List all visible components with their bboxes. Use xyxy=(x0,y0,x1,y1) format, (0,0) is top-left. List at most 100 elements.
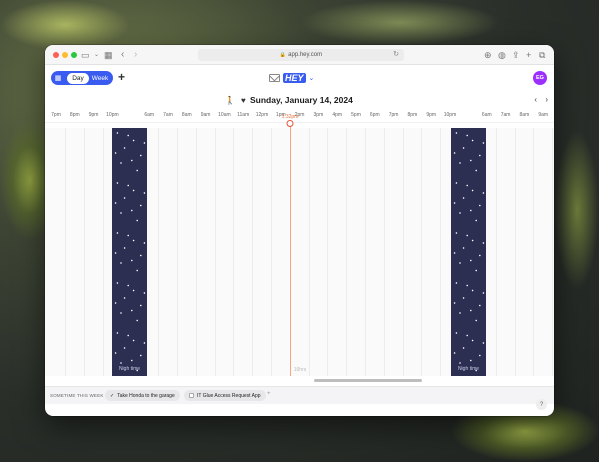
alarm-icon[interactable] xyxy=(286,120,294,127)
current-time-line xyxy=(290,122,291,376)
hour-label: 8pm xyxy=(407,112,418,118)
back-icon[interactable]: ‹ xyxy=(121,49,124,61)
browser-window: ▭ ⌄ ▦ ‹ › 🔒 app.hey.com ↻ ⊕ ◍ ⇪ + ⧉ ▦ Da… xyxy=(45,45,554,416)
wallpaper-moss xyxy=(0,0,130,50)
app-toolbar: ▦ Day Week + HEY ⌄ EG xyxy=(45,65,554,93)
question-icon: ? xyxy=(539,401,544,408)
address-bar[interactable]: 🔒 app.hey.com ↻ xyxy=(198,49,404,61)
hour-label: 10am xyxy=(218,112,231,118)
hour-label: 8am xyxy=(181,112,192,118)
close-window-button[interactable] xyxy=(53,52,59,58)
hour-gridline xyxy=(365,128,366,376)
horizontal-scrollbar[interactable] xyxy=(314,379,422,382)
hour-labels: 7pm 8pm 9pm 10pm 6am 7am 8am 9am 10am 11am 12pm 1pm… xyxy=(45,109,554,123)
hour-gridline xyxy=(440,128,442,376)
heart-icon[interactable]: ♥ xyxy=(241,96,246,105)
week-view-tab[interactable]: Week xyxy=(89,75,111,82)
share-icon[interactable]: ⇪ xyxy=(512,49,520,61)
sometime-title: SOMETIME THIS WEEK xyxy=(50,393,104,398)
sometime-bar: SOMETIME THIS WEEK ✓ Take Honda to the g… xyxy=(45,386,554,404)
person-icon[interactable]: 🚶 xyxy=(225,96,235,105)
hour-label: 10pm xyxy=(443,112,457,118)
hour-gridline xyxy=(195,128,197,376)
hour-label: 8pm xyxy=(69,112,80,118)
hour-gridline xyxy=(308,128,310,376)
reload-icon[interactable]: ↻ xyxy=(393,50,399,58)
minimize-window-button[interactable] xyxy=(62,52,68,58)
hour-gridline xyxy=(214,128,216,376)
hour-label: 6am xyxy=(144,112,155,118)
sometime-item[interactable]: IT Glue Access Request App xyxy=(184,390,266,401)
hour-gridline xyxy=(65,128,66,376)
hey-logo: HEY xyxy=(283,73,306,83)
sidebar-toggle-icon[interactable]: ▭ xyxy=(81,49,90,61)
hour-label: 9am xyxy=(538,112,549,118)
hour-gridline xyxy=(402,128,404,376)
sometime-item[interactable]: ✓ Take Honda to the garage xyxy=(105,390,180,401)
help-button[interactable]: ? xyxy=(536,399,547,410)
hour-label: 3pm xyxy=(313,112,324,118)
hour-label: 9am xyxy=(200,112,211,118)
apps-menu-button[interactable]: ▦ xyxy=(51,71,65,85)
sometime-item-label: IT Glue Access Request App xyxy=(197,392,261,399)
new-tab-icon[interactable]: + xyxy=(526,49,531,61)
duration-label: 16hrs xyxy=(293,367,307,373)
view-switcher: Day Week xyxy=(65,71,113,85)
add-event-button[interactable]: + xyxy=(118,70,125,84)
hour-label: 12pm xyxy=(255,112,269,118)
chevron-down-icon[interactable]: ⌄ xyxy=(94,49,99,61)
date-icons: 🚶 ♥ xyxy=(225,96,246,105)
hour-label: 9pm xyxy=(88,112,99,118)
tab-overview-icon[interactable]: ▦ xyxy=(104,49,113,61)
tabs-icon[interactable]: ⧉ xyxy=(539,49,545,61)
download-icon[interactable]: ⊕ xyxy=(484,49,492,61)
date-header: 🚶 ♥ Sunday, January 14, 2024 ‹ › xyxy=(45,93,554,109)
add-sometime-button[interactable]: + xyxy=(267,391,271,397)
checkbox-icon[interactable] xyxy=(189,393,194,398)
hour-gridline xyxy=(552,128,554,376)
hour-label: 11am xyxy=(237,112,250,118)
forward-icon[interactable]: › xyxy=(134,49,137,61)
hour-label: 7am xyxy=(500,112,511,118)
hour-label: 4pm xyxy=(332,112,343,118)
hour-gridline xyxy=(158,128,160,376)
wallpaper-moss xyxy=(555,130,599,290)
hour-gridline xyxy=(83,128,85,376)
hour-gridline xyxy=(102,128,104,376)
page-title: Sunday, January 14, 2024 xyxy=(250,95,353,105)
hour-gridline xyxy=(533,128,535,376)
night-block: Nigh time xyxy=(112,128,147,376)
night-label: Nigh time xyxy=(118,366,141,372)
hour-gridline xyxy=(346,128,348,376)
extension-icon[interactable]: ◍ xyxy=(498,49,506,61)
hour-gridline xyxy=(383,128,385,376)
timeline-grid[interactable]: Nigh time Nigh time 1:32pm 16hrs xyxy=(45,114,554,382)
hey-menu[interactable]: HEY ⌄ xyxy=(269,73,314,83)
day-view-tab[interactable]: Day xyxy=(67,72,89,84)
hour-label: 10pm xyxy=(106,112,119,118)
wallpaper-moss xyxy=(300,0,500,45)
hour-label: 8am xyxy=(519,112,530,118)
chevron-down-icon: ⌄ xyxy=(308,75,315,82)
next-day-button[interactable]: › xyxy=(545,95,548,104)
hour-label: 7pm xyxy=(388,112,399,118)
address-text: app.hey.com xyxy=(288,52,323,58)
zoom-window-button[interactable] xyxy=(71,52,77,58)
hour-label: 7am xyxy=(163,112,173,118)
browser-titlebar: ▭ ⌄ ▦ ‹ › 🔒 app.hey.com ↻ ⊕ ◍ ⇪ + ⧉ xyxy=(45,45,554,65)
hour-gridline xyxy=(421,128,423,376)
previous-day-button[interactable]: ‹ xyxy=(534,95,537,104)
hour-gridline xyxy=(252,128,254,376)
hour-label: 7pm xyxy=(51,112,61,118)
hour-label: 6pm xyxy=(369,112,380,118)
checkmark-icon[interactable]: ✓ xyxy=(110,393,114,399)
hour-label: 6am xyxy=(481,112,492,118)
lock-icon: 🔒 xyxy=(279,52,287,58)
envelope-icon xyxy=(269,74,280,82)
hour-gridline xyxy=(271,128,272,376)
hour-gridline xyxy=(327,128,329,376)
night-label: Nigh time xyxy=(457,366,480,372)
current-time-label: 1:32pm xyxy=(281,114,299,120)
hour-gridline xyxy=(233,128,235,376)
avatar[interactable]: EG xyxy=(533,71,547,85)
